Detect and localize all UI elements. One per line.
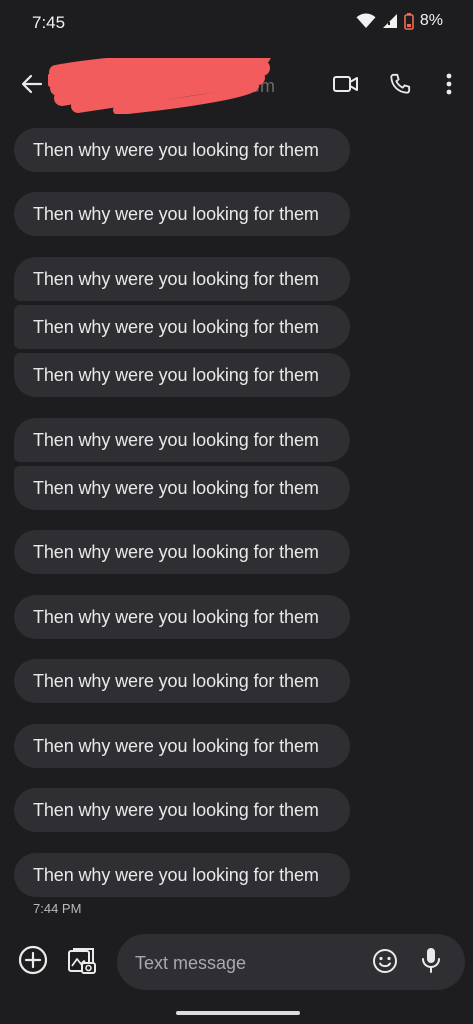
status-icons: 8% xyxy=(356,12,443,30)
message-input[interactable] xyxy=(133,934,357,992)
message-bubble[interactable]: Then why were you looking for them xyxy=(14,418,350,462)
video-call-button[interactable] xyxy=(328,68,364,104)
microphone-icon xyxy=(421,947,441,978)
conversation-header: hem xyxy=(0,45,473,115)
emoji-icon xyxy=(372,948,398,979)
message-bubble[interactable]: Then why were you looking for them xyxy=(14,788,350,832)
wifi-icon xyxy=(356,13,376,29)
message-bubble[interactable]: Then why were you looking for them xyxy=(14,257,350,301)
message-bubble[interactable]: Then why were you looking for them xyxy=(14,724,350,768)
message-bubble[interactable]: Then why were you looking for them xyxy=(14,853,350,897)
gallery-button[interactable] xyxy=(64,944,100,980)
message-bubble[interactable]: Then why were you looking for them xyxy=(14,305,350,349)
messaging-screen: 7:45 8% hem Then why were you looking fo… xyxy=(0,0,473,1024)
message-bubble[interactable]: Then why were you looking for them xyxy=(14,466,350,510)
redaction-scribble xyxy=(46,45,298,115)
phone-icon xyxy=(389,73,411,100)
status-bar: 7:45 8% xyxy=(0,0,473,48)
more-vert-icon xyxy=(446,73,452,100)
compose-bar xyxy=(0,930,473,994)
message-bubble[interactable]: Then why were you looking for them xyxy=(14,530,350,574)
attach-button[interactable] xyxy=(16,945,50,979)
more-options-button[interactable] xyxy=(431,68,467,104)
add-circle-icon xyxy=(18,945,48,980)
message-bubble[interactable]: Then why were you looking for them xyxy=(14,128,350,172)
signal-icon xyxy=(382,13,398,29)
message-bubble[interactable]: Then why were you looking for them xyxy=(14,353,350,397)
back-button[interactable] xyxy=(14,68,50,104)
video-call-icon xyxy=(333,75,359,98)
status-time: 7:45 xyxy=(32,13,66,32)
message-bubble[interactable]: Then why were you looking for them xyxy=(14,595,350,639)
voice-input-button[interactable] xyxy=(417,947,445,978)
message-bubble[interactable]: Then why were you looking for them xyxy=(14,659,350,703)
battery-icon xyxy=(404,12,414,30)
battery-percent: 8% xyxy=(419,12,443,29)
message-timestamp: 7:44 PM xyxy=(33,901,82,916)
back-arrow-icon xyxy=(21,73,43,100)
home-indicator[interactable] xyxy=(176,1011,300,1015)
emoji-button[interactable] xyxy=(371,948,399,979)
voice-call-button[interactable] xyxy=(382,68,418,104)
message-input-container[interactable] xyxy=(117,934,465,992)
gallery-camera-icon xyxy=(67,945,97,980)
message-bubble[interactable]: Then why were you looking for them xyxy=(14,192,350,236)
